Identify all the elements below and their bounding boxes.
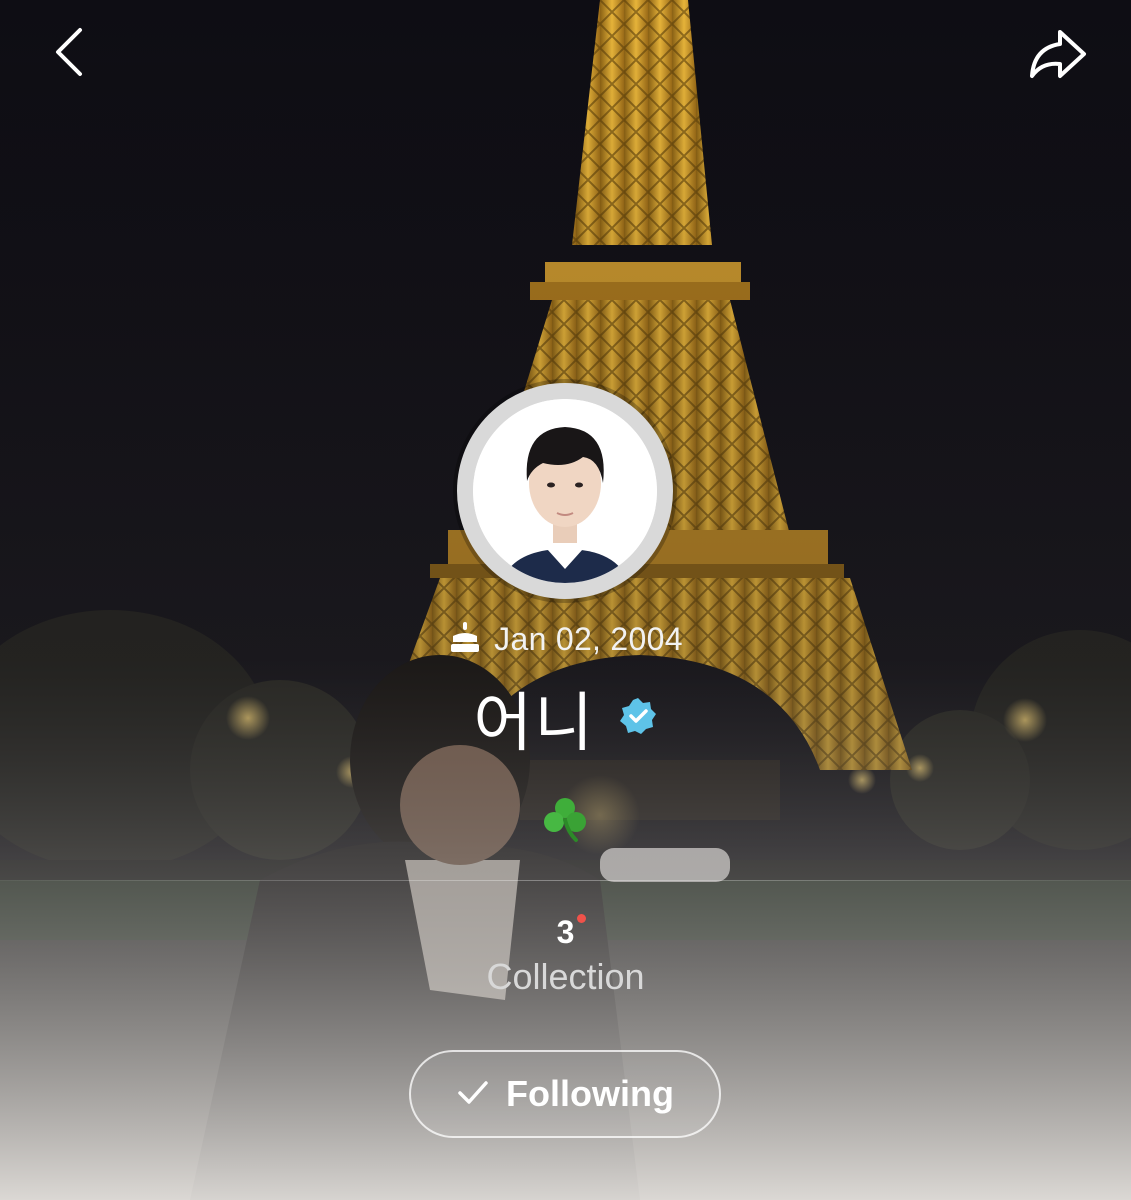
share-arrow-icon bbox=[1030, 30, 1086, 78]
new-indicator-dot bbox=[577, 914, 587, 923]
verified-badge-icon bbox=[618, 696, 658, 741]
name-row: 어니 bbox=[0, 672, 1131, 764]
shamrock-icon bbox=[540, 794, 590, 844]
following-button[interactable]: Following bbox=[409, 1050, 721, 1138]
share-button[interactable] bbox=[1020, 22, 1086, 86]
collection-label[interactable]: Collection bbox=[0, 956, 1131, 998]
back-button[interactable] bbox=[38, 22, 102, 86]
cover-photo bbox=[0, 0, 1131, 1200]
chevron-left-icon bbox=[56, 28, 82, 76]
avatar-photo bbox=[473, 399, 657, 583]
birthday-row: Jan 02, 2004 bbox=[0, 620, 1131, 662]
following-label: Following bbox=[506, 1073, 674, 1114]
birthday-text: Jan 02, 2004 bbox=[494, 621, 683, 657]
checkmark-icon bbox=[456, 1075, 490, 1114]
collection-count: 3 bbox=[557, 914, 587, 950]
profile-name: 어니 bbox=[473, 687, 596, 761]
collection-stat[interactable]: 3 bbox=[0, 914, 1131, 951]
section-divider bbox=[0, 880, 1131, 881]
profile-avatar[interactable] bbox=[457, 383, 673, 599]
cake-icon bbox=[448, 620, 482, 662]
